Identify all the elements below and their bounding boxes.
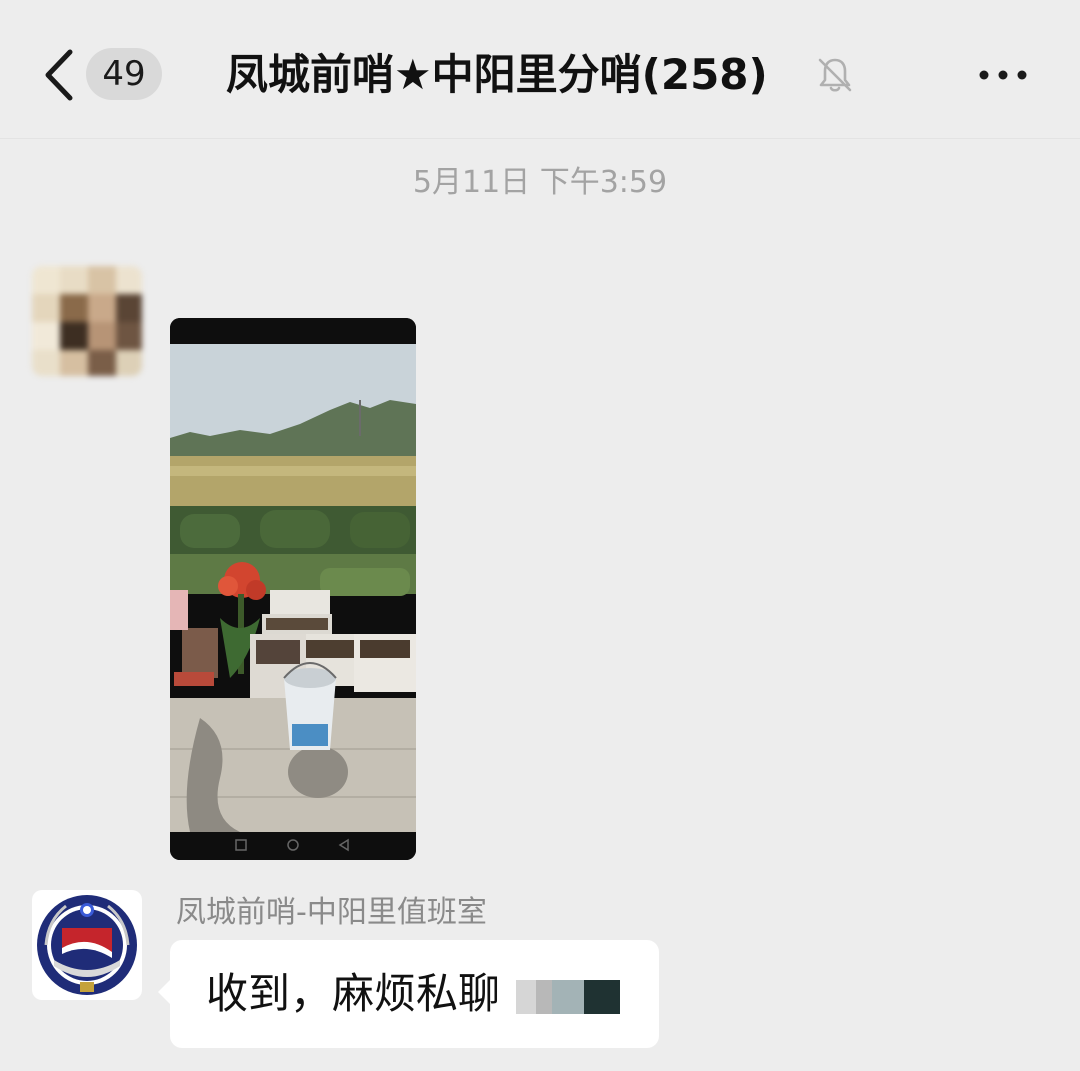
bell-off-icon [814, 54, 856, 96]
user-avatar[interactable] [32, 266, 142, 376]
police-emblem-avatar[interactable] [32, 890, 142, 1000]
more-options-button[interactable] [970, 52, 1036, 98]
more-horizontal-icon [979, 70, 1027, 80]
chat-header: 49 凤城前哨★中阳里分哨(258) [0, 0, 1080, 139]
sender-name: 凤城前哨-中阳里值班室 [176, 895, 487, 930]
message-timestamp: 5月11日 下午3:59 [412, 165, 668, 200]
image-message[interactable] [170, 318, 416, 860]
unread-count-badge[interactable]: 49 [86, 48, 162, 100]
chevron-left-icon [45, 49, 73, 101]
chat-title: 凤城前哨★中阳里分哨(258) [226, 50, 768, 99]
message-text: 收到，麻烦私聊 [206, 969, 501, 1018]
redaction-mask [516, 980, 620, 1014]
back-button[interactable] [30, 40, 90, 110]
farmland-photo [170, 318, 416, 860]
